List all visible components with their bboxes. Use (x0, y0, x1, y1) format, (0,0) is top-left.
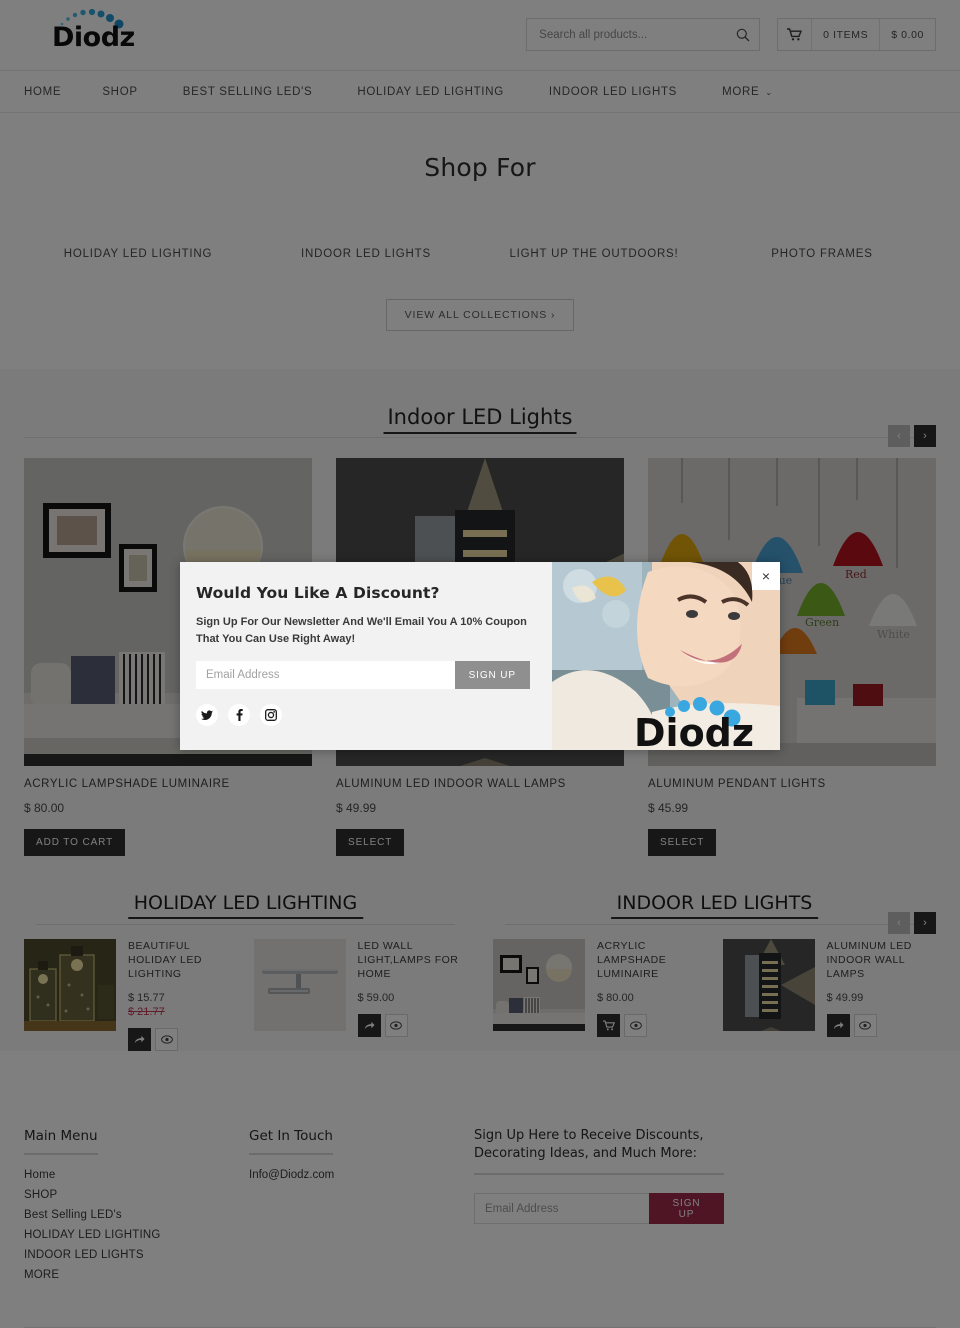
modal-image: Diodz × (552, 562, 780, 750)
instagram-icon[interactable] (260, 704, 282, 727)
modal-signup-form: SIGN UP (196, 661, 530, 690)
svg-text:Diodz: Diodz (634, 711, 754, 750)
facebook-icon[interactable] (228, 704, 250, 727)
modal-social-links (196, 704, 530, 727)
newsletter-modal: Would You Like A Discount? Sign Up For O… (180, 562, 780, 750)
close-icon[interactable]: × (752, 562, 780, 590)
twitter-icon[interactable] (196, 704, 218, 727)
modal-photo: Diodz (552, 562, 780, 750)
modal-body-text: Sign Up For Our Newsletter And We'll Ema… (196, 616, 527, 646)
modal-content: Would You Like A Discount? Sign Up For O… (180, 562, 552, 750)
modal-signup-button[interactable]: SIGN UP (454, 661, 530, 690)
modal-email-input[interactable] (196, 661, 455, 690)
modal-heading: Would You Like A Discount? (196, 584, 440, 602)
page-root: Diodz 0 ITEMS $ 0.00 (0, 0, 960, 1328)
